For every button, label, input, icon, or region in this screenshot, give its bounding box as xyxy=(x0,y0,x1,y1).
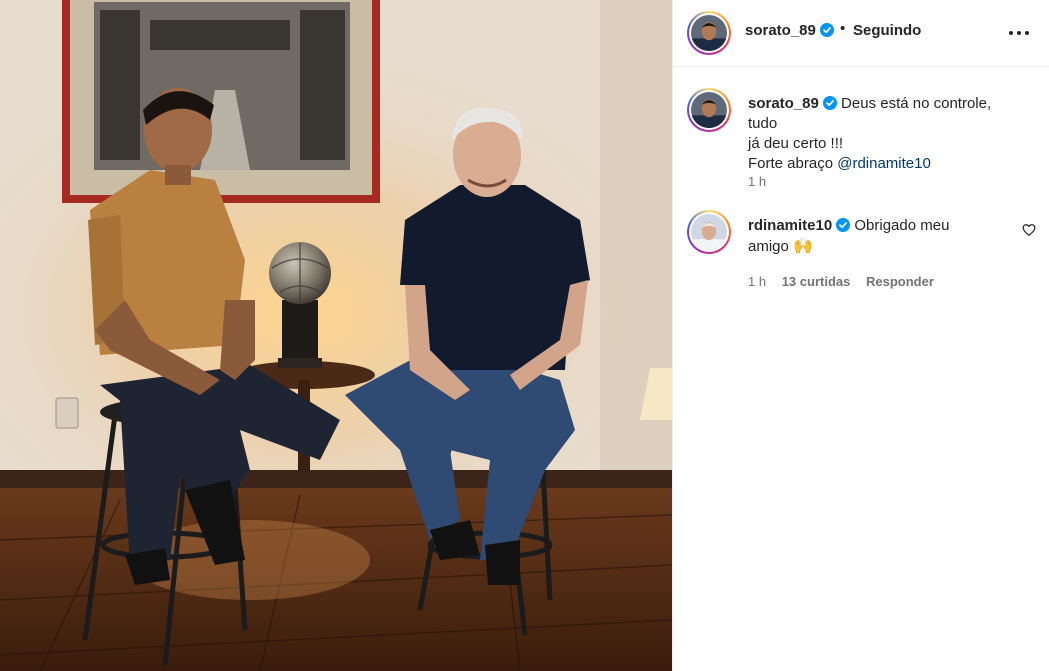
author-username[interactable]: sorato_89 xyxy=(745,22,816,39)
reply-button[interactable]: Responder xyxy=(866,274,934,289)
heart-icon[interactable] xyxy=(1022,223,1036,237)
verified-badge-icon xyxy=(836,218,851,232)
commenter-username[interactable]: rdinamite10 xyxy=(748,217,832,234)
user-avatar-icon xyxy=(691,15,727,51)
verified-badge-icon xyxy=(822,96,837,110)
commenter-avatar[interactable] xyxy=(687,210,731,254)
post-photo[interactable] xyxy=(0,0,672,671)
user-avatar-icon xyxy=(691,92,727,128)
comment-meta: 1 h 13 curtidas Responder xyxy=(748,274,946,289)
verified-badge-icon xyxy=(819,23,834,37)
mention-link[interactable]: @rdinamite10 xyxy=(837,155,931,172)
caption-line-3: Forte abraço xyxy=(748,155,838,172)
user-avatar-icon xyxy=(691,214,727,250)
separator-dot: • xyxy=(840,20,846,37)
post-header: sorato_89 • Seguindo xyxy=(673,0,1049,67)
caption-time[interactable]: 1 h xyxy=(748,174,766,189)
comment-text: rdinamite10 Obrigado meu amigo 🙌 xyxy=(748,216,1013,257)
comment-line-2: amigo xyxy=(748,238,789,255)
caption-meta: 1 h xyxy=(748,174,778,189)
author-avatar[interactable] xyxy=(687,11,731,55)
raised-hands-emoji: 🙌 xyxy=(793,236,813,255)
comment-line-1: Obrigado meu xyxy=(854,217,950,234)
comment-likes[interactable]: 13 curtidas xyxy=(782,274,851,289)
more-options-icon[interactable] xyxy=(1008,23,1030,43)
caption-username[interactable]: sorato_89 xyxy=(748,95,819,112)
caption-text: sorato_89 Deus está no controle, tudo já… xyxy=(748,94,1023,174)
caption-avatar[interactable] xyxy=(687,88,731,132)
caption-line-2: já deu certo !!! xyxy=(748,135,844,152)
comment-time[interactable]: 1 h xyxy=(748,274,766,289)
following-button[interactable]: Seguindo xyxy=(853,22,921,39)
photo-illustration xyxy=(0,0,672,671)
post-sidebar: sorato_89 • Seguindo sorato_89 Deus está… xyxy=(672,0,1049,671)
author-username-link[interactable]: sorato_89 xyxy=(745,22,834,39)
